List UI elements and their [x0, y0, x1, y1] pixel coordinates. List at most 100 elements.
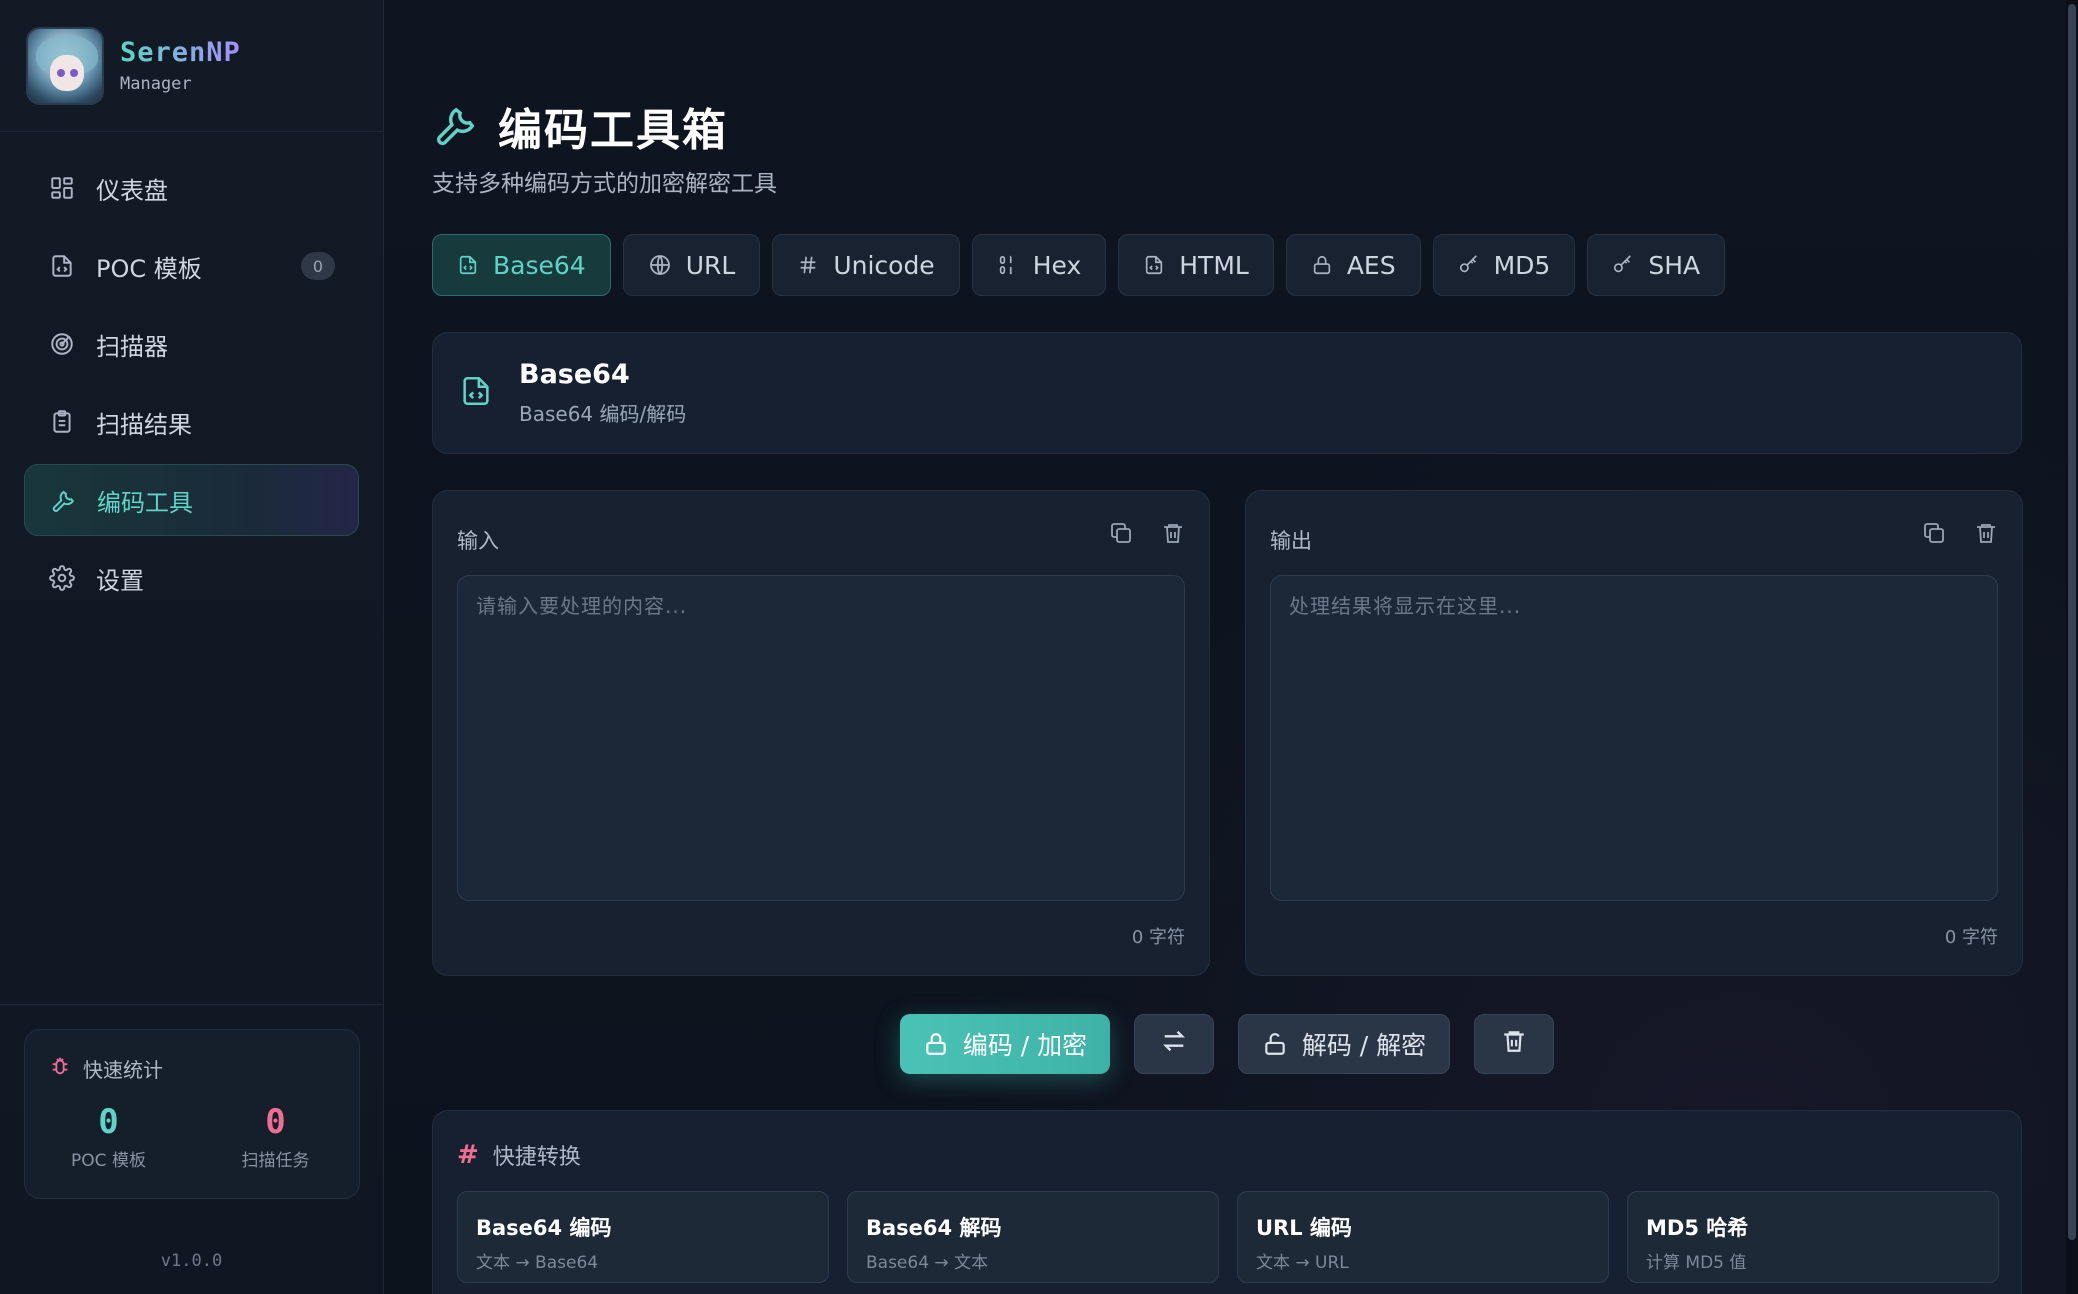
tab-label: Base64 [493, 250, 586, 280]
hash-icon: # [457, 1140, 479, 1170]
poc-count-label: POC 模板 [71, 1151, 146, 1171]
task-count: 0 [265, 1102, 286, 1142]
encoding-tabs: Base64 URL Unicode Hex HTML AES MD5 SHA [432, 234, 1737, 296]
quick-item-title: Base64 解码 [866, 1216, 1002, 1240]
sidebar-item-dashboard[interactable]: 仪表盘 [24, 152, 359, 224]
page-subtitle: 支持多种编码方式的加密解密工具 [432, 171, 777, 197]
bug-icon [49, 1055, 71, 1082]
trash-icon[interactable] [1161, 521, 1185, 545]
copy-icon[interactable] [1109, 521, 1133, 545]
file-code-icon [48, 252, 76, 280]
unlock-icon [1262, 1031, 1288, 1057]
file-code-icon [1143, 254, 1165, 276]
brand-name: SerenNP [120, 37, 241, 68]
gear-icon [48, 564, 76, 592]
output-panel: 输出 0 字符 [1245, 490, 2023, 976]
trash-icon [1501, 1028, 1527, 1060]
scrollbar[interactable] [2066, 0, 2078, 1294]
quick-item-desc: 计算 MD5 值 [1646, 1253, 1747, 1273]
encode-button-label: 编码 / 加密 [962, 1031, 1088, 1060]
sidebar-item-label: 仪表盘 [96, 176, 168, 205]
quick-convert-panel: # 快捷转换 Base64 编码 文本 → Base64 Base64 解码 B… [432, 1110, 2022, 1294]
task-count-label: 扫描任务 [241, 1151, 310, 1171]
trash-icon[interactable] [1974, 521, 1998, 545]
sidebar-item-label: 设置 [96, 566, 144, 595]
scrollbar-thumb[interactable] [2068, 4, 2076, 1240]
key-icon [1458, 254, 1480, 276]
clipboard-icon [48, 408, 76, 436]
clear-all-button[interactable] [1474, 1014, 1554, 1074]
tab-sha[interactable]: SHA [1587, 234, 1726, 296]
sidebar-item-poc-templates[interactable]: POC 模板 0 [24, 230, 359, 302]
encoding-info-card: Base64 Base64 编码/解码 [432, 332, 2022, 454]
tab-label: AES [1346, 250, 1396, 280]
page-title-text: 编码工具箱 [498, 105, 728, 156]
hash-icon [797, 254, 819, 276]
page-title: 编码工具箱 [432, 94, 728, 158]
quick-stats-title: 快速统计 [83, 1058, 163, 1082]
quick-base64-decode[interactable]: Base64 解码 Base64 → 文本 [847, 1191, 1219, 1283]
lock-icon [923, 1031, 949, 1057]
quick-url-encode[interactable]: URL 编码 文本 → URL [1237, 1191, 1609, 1283]
sidebar-item-scan-results[interactable]: 扫描结果 [24, 386, 359, 458]
sidebar-item-settings[interactable]: 设置 [24, 542, 359, 614]
binary-icon [997, 254, 1019, 276]
version-label: v1.0.0 [160, 1251, 223, 1271]
encoding-info-description: Base64 编码/解码 [519, 402, 687, 426]
swap-button[interactable] [1134, 1014, 1214, 1074]
sidebar-item-label: 扫描器 [96, 332, 168, 361]
input-panel-label: 输入 [457, 529, 499, 553]
copy-icon[interactable] [1922, 521, 1946, 545]
decode-button[interactable]: 解码 / 解密 [1238, 1014, 1450, 1074]
tab-base64[interactable]: Base64 [432, 234, 611, 296]
sidebar-nav: 仪表盘 POC 模板 0 扫描器 扫描结果 编码工具 设置 [0, 132, 383, 614]
brand[interactable]: SerenNP Manager [0, 0, 383, 132]
avatar [26, 26, 104, 105]
input-char-count: 0 字符 [1131, 927, 1185, 948]
file-code-icon [457, 254, 479, 276]
main-content: 编码工具箱 支持多种编码方式的加密解密工具 Base64 URL Unicode… [384, 0, 2078, 1294]
sidebar-footer: 快速统计 0 POC 模板 0 扫描任务 v1.0.0 [0, 1004, 383, 1294]
wrench-icon [432, 101, 478, 151]
output-textarea[interactable] [1270, 575, 1998, 901]
encoding-info-title: Base64 [519, 359, 630, 390]
encode-button[interactable]: 编码 / 加密 [900, 1014, 1110, 1074]
quick-item-desc: 文本 → Base64 [476, 1253, 599, 1273]
tab-md5[interactable]: MD5 [1432, 234, 1576, 296]
globe-icon [648, 253, 672, 277]
tab-label: URL [685, 250, 736, 280]
radar-icon [48, 330, 76, 358]
wrench-icon [49, 486, 77, 514]
tab-hex[interactable]: Hex [971, 234, 1107, 296]
tab-label: HTML [1179, 250, 1249, 280]
lock-icon [1311, 254, 1333, 276]
decode-button-label: 解码 / 解密 [1301, 1031, 1427, 1060]
dashboard-icon [48, 174, 76, 202]
file-code-icon [459, 374, 493, 412]
sidebar-item-encoding-tools[interactable]: 编码工具 [24, 464, 359, 536]
quick-stats-card: 快速统计 0 POC 模板 0 扫描任务 [24, 1029, 360, 1199]
poc-count-badge: 0 [301, 252, 335, 280]
sidebar-item-label: POC 模板 [96, 254, 202, 283]
tab-url[interactable]: URL [622, 234, 761, 296]
sidebar: SerenNP Manager 仪表盘 POC 模板 0 扫描器 扫描结果 编码… [0, 0, 384, 1294]
sidebar-item-label: 编码工具 [97, 488, 193, 517]
tab-unicode[interactable]: Unicode [772, 234, 960, 296]
output-char-count: 0 字符 [1944, 927, 1998, 948]
swap-icon [1160, 1027, 1188, 1061]
quick-md5-hash[interactable]: MD5 哈希 计算 MD5 值 [1627, 1191, 1999, 1283]
quick-base64-encode[interactable]: Base64 编码 文本 → Base64 [457, 1191, 829, 1283]
key-icon [1612, 254, 1634, 276]
sidebar-item-scanner[interactable]: 扫描器 [24, 308, 359, 380]
output-panel-label: 输出 [1270, 529, 1312, 553]
tab-html[interactable]: HTML [1118, 234, 1274, 296]
quick-convert-title: 快捷转换 [492, 1145, 581, 1170]
input-panel: 输入 0 字符 [432, 490, 1210, 976]
tab-label: Unicode [833, 250, 935, 280]
tab-label: MD5 [1493, 250, 1551, 280]
poc-count: 0 [98, 1102, 119, 1142]
quick-item-title: URL 编码 [1256, 1216, 1352, 1240]
sidebar-item-label: 扫描结果 [96, 410, 192, 439]
input-textarea[interactable] [457, 575, 1185, 901]
tab-aes[interactable]: AES [1285, 234, 1421, 296]
